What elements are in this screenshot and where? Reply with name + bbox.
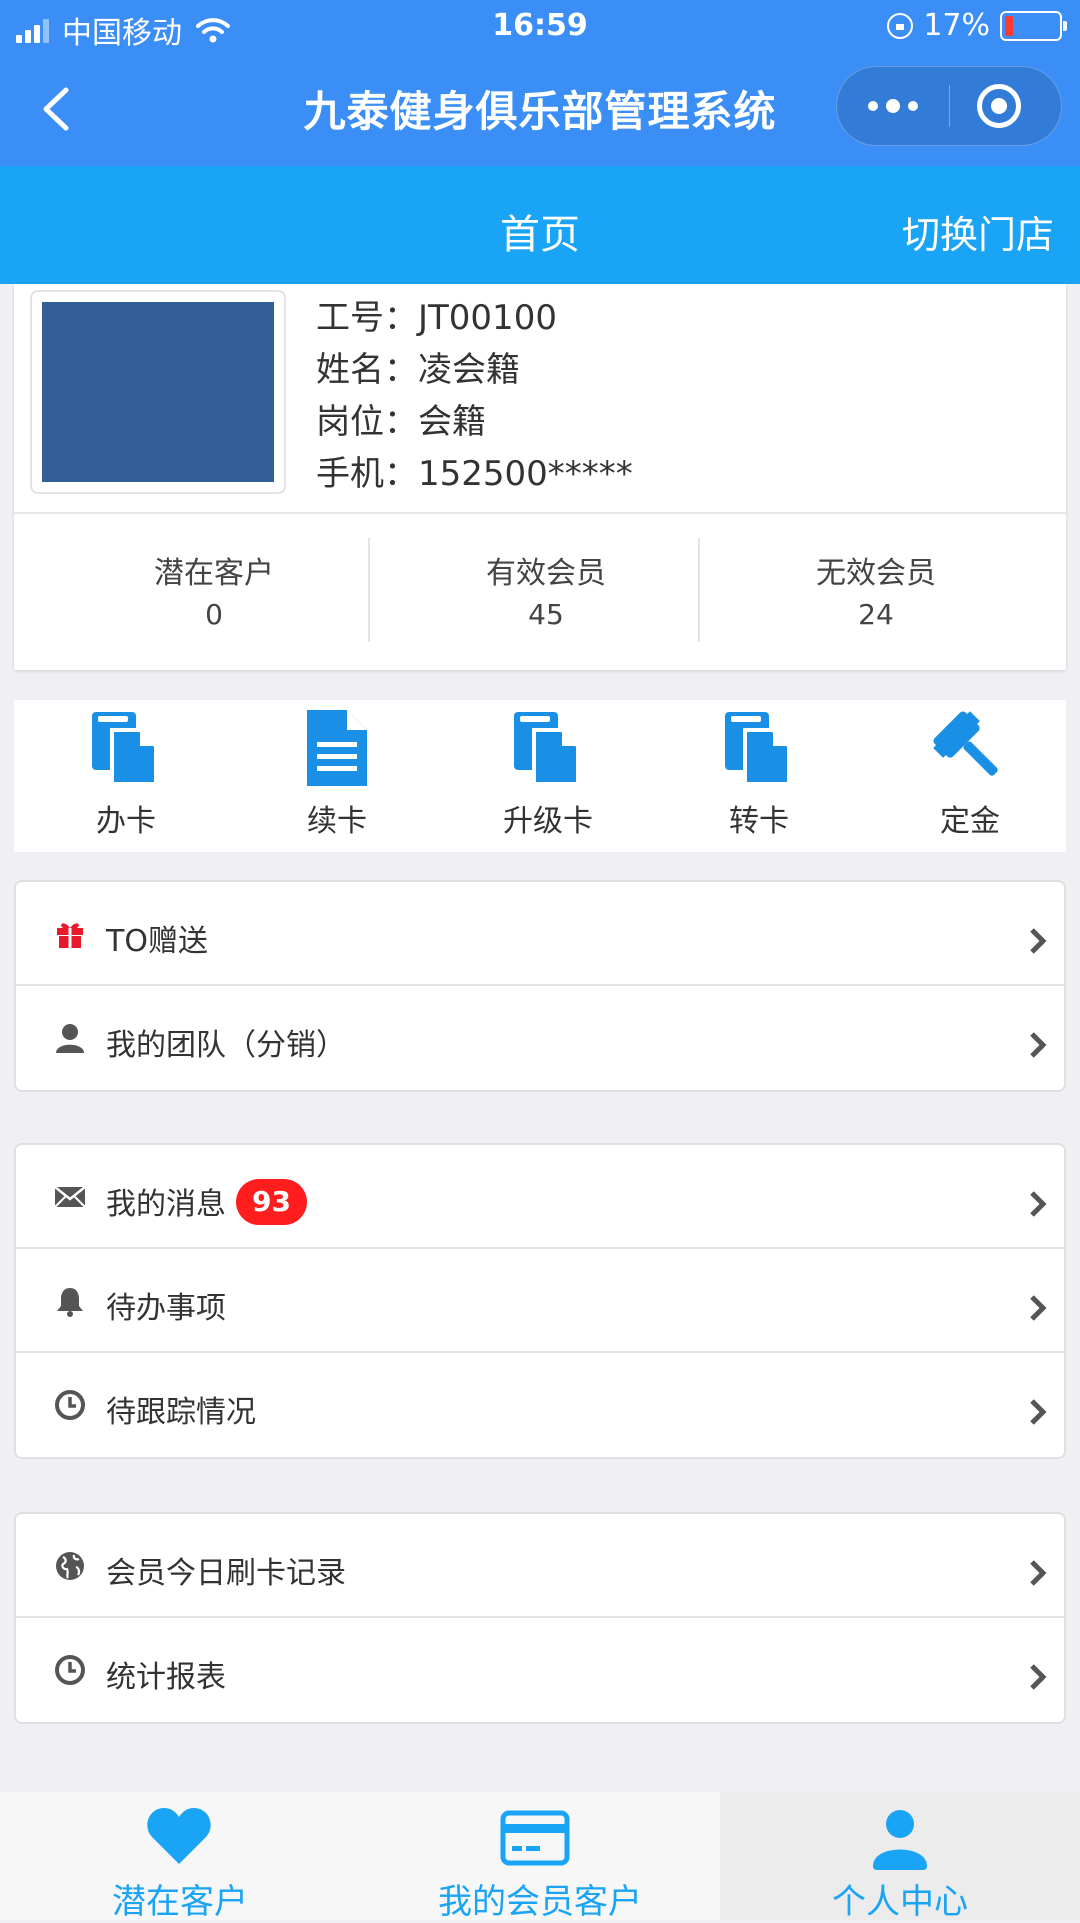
- envelope-icon: [54, 1186, 86, 1208]
- battery-percent: 17%: [923, 8, 990, 43]
- clock-icon: [55, 1390, 85, 1420]
- profile-info: 工号：JT00100 姓名：凌会籍 岗位：会籍 手机：152500*****: [316, 292, 633, 500]
- action-transfer-card[interactable]: 转卡: [654, 700, 864, 852]
- status-bar: 中国移动 16:59 17%: [0, 0, 1080, 56]
- stat-valid-members[interactable]: 有效会员 45: [381, 514, 711, 672]
- list-item-my-team[interactable]: 我的团队（分销）: [16, 986, 1064, 1090]
- menu-group-2: 我的消息 93 待办事项 待跟踪情况: [14, 1143, 1066, 1459]
- avatar: [42, 302, 274, 482]
- copy-card-icon: [92, 712, 158, 786]
- user-icon: [56, 1024, 84, 1053]
- profile-card: 工号：JT00100 姓名：凌会籍 岗位：会籍 手机：152500***** 潜…: [14, 284, 1066, 670]
- tab-potential-customers[interactable]: 潜在客户: [0, 1792, 360, 1922]
- name-row: 姓名：凌会籍: [316, 350, 520, 390]
- battery-icon: [1000, 10, 1067, 41]
- heart-icon: [147, 1808, 211, 1864]
- chevron-right-icon: [1030, 1399, 1047, 1425]
- copy-card-icon: [725, 712, 791, 786]
- menu-group-1: TO赠送 我的团队（分销）: [14, 880, 1066, 1092]
- divider: [368, 538, 370, 642]
- chevron-right-icon: [1030, 1664, 1047, 1690]
- action-deposit[interactable]: 定金: [865, 700, 1075, 852]
- miniprogram-capsule: [836, 66, 1062, 146]
- list-item-to-gift[interactable]: TO赠送: [16, 882, 1064, 986]
- stat-potential-customers[interactable]: 潜在客户 0: [49, 514, 379, 672]
- switch-store-button[interactable]: 切换门店: [902, 204, 1054, 259]
- position-row: 岗位：会籍: [316, 402, 486, 442]
- list-item-todo[interactable]: 待办事项: [16, 1249, 1064, 1353]
- close-miniprogram-icon[interactable]: [977, 84, 1021, 128]
- chevron-right-icon: [1030, 1295, 1047, 1321]
- chevron-right-icon: [1030, 1191, 1047, 1217]
- more-icon[interactable]: [837, 67, 949, 145]
- chevron-right-icon: [1030, 1560, 1047, 1586]
- employee-phone: 152500*****: [418, 454, 633, 494]
- top-bar: 中国移动 16:59 17% 九泰健身俱乐部管理系统: [0, 0, 1080, 166]
- clock-icon: [55, 1655, 85, 1685]
- action-upgrade-card[interactable]: 升级卡: [443, 700, 653, 852]
- copy-card-icon: [514, 712, 580, 786]
- employee-id-row: 工号：JT00100: [316, 298, 557, 338]
- globe-icon: [56, 1552, 84, 1580]
- phone-row: 手机：152500*****: [316, 454, 633, 494]
- action-renew-card[interactable]: 续卡: [232, 700, 442, 852]
- menu-group-3: 会员今日刷卡记录 统计报表: [14, 1512, 1066, 1724]
- document-icon: [307, 710, 367, 786]
- employee-id: JT00100: [418, 298, 557, 338]
- chevron-right-icon: [1030, 928, 1047, 954]
- action-new-card[interactable]: 办卡: [21, 700, 231, 852]
- credit-card-icon: [500, 1810, 570, 1866]
- quick-actions: 办卡 续卡 升级卡 转卡 定金: [14, 700, 1066, 852]
- employee-position: 会籍: [418, 402, 486, 442]
- avatar-frame: [30, 290, 286, 494]
- nav-bar: 九泰健身俱乐部管理系统: [0, 56, 1080, 166]
- tab-profile-center[interactable]: 个人中心: [720, 1792, 1080, 1922]
- list-item-my-messages[interactable]: 我的消息 93: [16, 1145, 1064, 1249]
- list-item-checkin-records[interactable]: 会员今日刷卡记录: [16, 1514, 1064, 1618]
- person-icon: [873, 1810, 927, 1870]
- list-item-follow-up[interactable]: 待跟踪情况: [16, 1353, 1064, 1457]
- sub-header: 首页 切换门店: [0, 166, 1080, 284]
- divider: [698, 538, 700, 642]
- bottom-tab-bar: 潜在客户 我的会员客户 个人中心: [0, 1792, 1080, 1922]
- chevron-right-icon: [1030, 1032, 1047, 1058]
- list-item-statistics[interactable]: 统计报表: [16, 1618, 1064, 1722]
- stat-invalid-members[interactable]: 无效会员 24: [711, 514, 1041, 672]
- tab-my-members[interactable]: 我的会员客户: [360, 1792, 720, 1922]
- gift-icon: [57, 923, 83, 948]
- bell-icon: [57, 1288, 83, 1317]
- gavel-icon: [933, 711, 998, 776]
- rotation-lock-icon: [887, 12, 914, 39]
- employee-name: 凌会籍: [418, 350, 520, 390]
- unread-count-badge: 93: [236, 1178, 307, 1225]
- stats-row: 潜在客户 0 有效会员 45 无效会员 24: [14, 512, 1066, 672]
